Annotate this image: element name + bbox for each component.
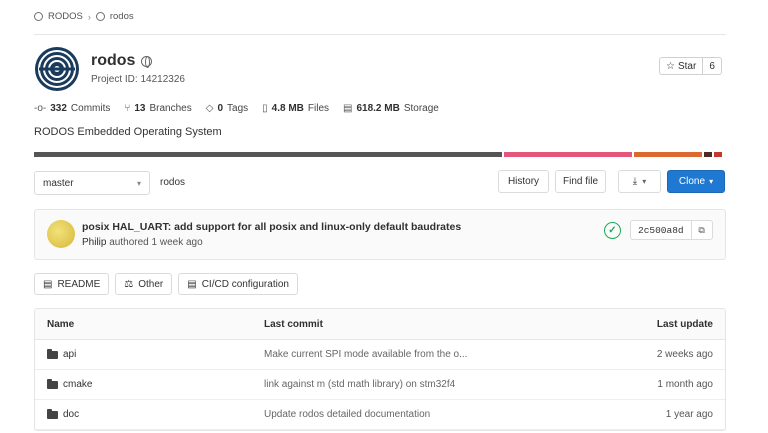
clone-label: Clone: [678, 176, 706, 187]
commit-meta: Philip authored 1 week ago: [82, 237, 203, 248]
breadcrumb-group-link[interactable]: RODOS: [48, 11, 83, 22]
project-quick-links: ▤ README ⚖ Other ▤ CI/CD configuration: [34, 273, 298, 295]
column-header-last-commit: Last commit: [264, 318, 323, 330]
project-description: RODOS Embedded Operating System: [34, 126, 222, 138]
branch-select[interactable]: master ▾: [34, 171, 150, 195]
license-other-button[interactable]: ⚖ Other: [115, 273, 173, 295]
commit-sha[interactable]: 2c500a8d: [631, 221, 692, 239]
commit-message-link[interactable]: link against m (std math library) on stm…: [264, 379, 604, 390]
language-segment[interactable]: [34, 152, 502, 157]
last-update: 1 year ago: [665, 409, 713, 420]
file-name-link[interactable]: api: [63, 349, 76, 360]
project-name: rodos: [91, 52, 136, 69]
commit-message-link[interactable]: Make current SPI mode available from the…: [264, 349, 604, 360]
history-button[interactable]: History: [498, 170, 549, 193]
table-row[interactable]: api Make current SPI mode available from…: [35, 340, 725, 370]
star-count[interactable]: 6: [703, 58, 721, 74]
language-segment[interactable]: [703, 152, 712, 157]
cicd-configuration-button[interactable]: ▤ CI/CD configuration: [178, 273, 298, 295]
commit-title-link[interactable]: posix HAL_UART: add support for all posi…: [82, 221, 461, 233]
last-commit-panel: posix HAL_UART: add support for all posi…: [34, 209, 726, 260]
breadcrumb-project-link[interactable]: rodos: [110, 11, 134, 22]
chevron-right-icon: ›: [87, 11, 91, 22]
language-segment[interactable]: [713, 152, 722, 157]
column-header-last-update: Last update: [656, 318, 713, 330]
readme-button[interactable]: ▤ README: [34, 273, 110, 295]
author-avatar[interactable]: [47, 220, 75, 248]
chevron-down-icon: ▾: [709, 177, 714, 186]
globe-icon: [141, 55, 153, 68]
file-name-link[interactable]: doc: [63, 409, 79, 420]
column-header-name: Name: [47, 318, 75, 330]
stat-commits[interactable]: -o- 332 Commits: [34, 103, 110, 114]
star-button[interactable]: ☆ Star 6: [659, 57, 722, 75]
folder-icon: [47, 348, 58, 359]
last-update: 2 weeks ago: [656, 349, 713, 360]
pipeline-passed-icon[interactable]: ✓: [604, 222, 621, 239]
file-icon: ▯: [262, 103, 268, 114]
commit-author-link[interactable]: Philip: [82, 237, 106, 248]
divider: [34, 34, 726, 35]
clone-button[interactable]: Clone ▾: [667, 170, 725, 193]
find-file-button[interactable]: Find file: [555, 170, 606, 193]
project-id: Project ID: 14212326: [91, 74, 185, 85]
language-segment[interactable]: [503, 152, 632, 157]
scale-icon: ⚖: [124, 278, 134, 290]
project-stats: -o- 332 Commits ⑂ 13 Branches ◇ 0 Tags ▯…: [34, 103, 439, 114]
download-icon: ⤓: [632, 176, 638, 187]
last-update: 1 month ago: [657, 379, 713, 390]
copy-icon[interactable]: ⧉: [692, 221, 712, 239]
file-name-link[interactable]: cmake: [63, 379, 92, 390]
folder-icon: [47, 408, 58, 419]
stat-files[interactable]: ▯ 4.8 MB Files: [262, 103, 329, 114]
file-text-icon: ▤: [43, 278, 53, 290]
chevron-down-icon: ▾: [642, 177, 647, 186]
commit-time: authored 1 week ago: [109, 237, 203, 248]
project-avatar-icon: [95, 12, 105, 21]
table-header: Name Last commit Last update: [35, 309, 725, 340]
breadcrumb: RODOS › rodos: [34, 11, 134, 22]
file-tree-table: Name Last commit Last update api Make cu…: [34, 308, 726, 431]
language-segment[interactable]: [633, 152, 702, 157]
table-row[interactable]: cmake link against m (std math library) …: [35, 370, 725, 400]
repository-languages-bar[interactable]: [34, 152, 722, 157]
stat-tags[interactable]: ◇ 0 Tags: [206, 103, 248, 114]
star-label: Star: [677, 60, 697, 72]
storage-icon: ▤: [343, 103, 353, 114]
folder-icon: [47, 378, 58, 389]
commit-sha-group: 2c500a8d ⧉: [630, 220, 713, 240]
star-icon: ☆: [666, 60, 675, 72]
table-row[interactable]: doc Update rodos detailed documentation …: [35, 400, 725, 430]
branch-select-value: master: [43, 177, 74, 189]
project-avatar: [35, 47, 79, 91]
tag-icon: ◇: [205, 103, 214, 114]
branch-icon: ⑂: [124, 103, 131, 114]
download-button[interactable]: ⤓ ▾: [618, 170, 661, 193]
group-avatar-icon: [34, 12, 43, 21]
commit-message-link[interactable]: Update rodos detailed documentation: [264, 409, 604, 420]
stat-storage[interactable]: ▤ 618.2 MB Storage: [343, 103, 439, 114]
file-text-icon: ▤: [187, 278, 197, 290]
stat-branches[interactable]: ⑂ 13 Branches: [124, 103, 191, 114]
repo-path-link[interactable]: rodos: [160, 177, 185, 188]
chevron-down-icon: ▾: [136, 178, 141, 188]
project-title: rodos: [91, 52, 153, 70]
commit-icon: -o-: [34, 103, 47, 114]
